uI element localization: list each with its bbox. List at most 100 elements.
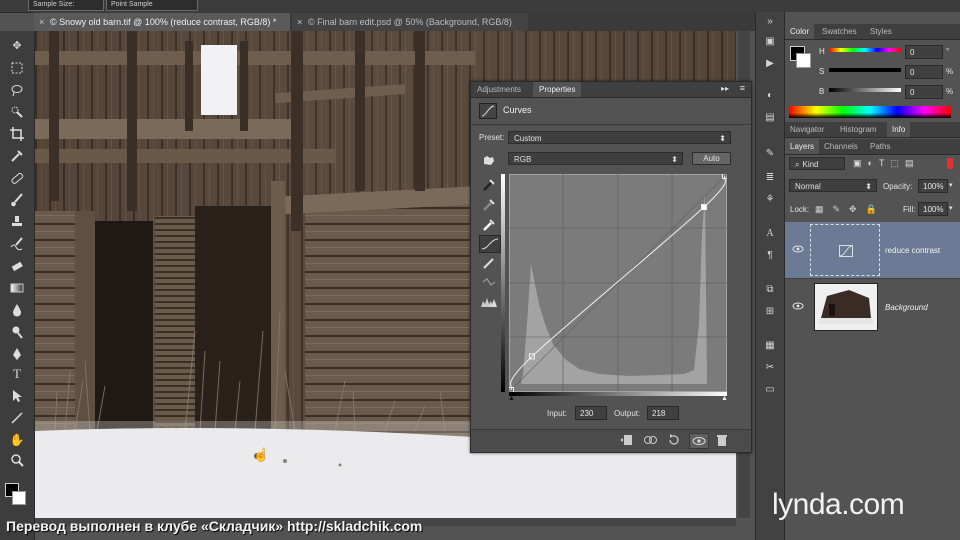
layer-filter-kind-select[interactable]: ⌕ Kind <box>789 157 845 170</box>
chevron-down-icon[interactable]: ▾ <box>949 204 953 212</box>
paragraph-panel-icon[interactable]: ¶ <box>761 248 779 264</box>
tab-final-barn-edit[interactable]: × © Final barn edit.psd @ 50% (Backgroun… <box>292 13 528 31</box>
adjustments-panel-icon[interactable]: ◐ <box>761 88 779 104</box>
sample-size-select[interactable]: Sample Size: <box>28 0 104 11</box>
brush-tool-icon[interactable] <box>8 191 26 209</box>
lock-options-icons[interactable]: ▦✎✥🔒 <box>815 204 886 215</box>
background-color-chip[interactable] <box>796 53 811 68</box>
blend-mode-select[interactable]: Normal ⬍ <box>789 179 877 192</box>
layer-row-background[interactable]: Background <box>785 278 960 335</box>
visibility-eye-icon[interactable] <box>689 433 709 449</box>
reset-icon[interactable] <box>667 434 681 446</box>
channel-select[interactable]: RGB ⬍ <box>508 152 683 165</box>
history-brush-tool-icon[interactable] <box>8 235 26 253</box>
hue-slider[interactable] <box>829 48 901 52</box>
curve-control-point[interactable] <box>701 204 708 211</box>
brush-panel-icon[interactable]: ✎ <box>761 146 779 162</box>
layer-visibility-eye-icon[interactable] <box>791 244 805 254</box>
sample-value-select[interactable]: Point Sample <box>106 0 198 11</box>
healing-brush-tool-icon[interactable] <box>8 169 26 187</box>
tab-adjustments[interactable]: Adjustments <box>471 82 527 97</box>
curve-edit-points-icon[interactable] <box>479 235 501 253</box>
hand-tool-icon[interactable]: ✋ <box>8 431 26 449</box>
fill-field[interactable]: 100% <box>918 202 948 216</box>
collapse-panels-icon[interactable]: » <box>761 14 779 30</box>
character-panel-icon[interactable]: A <box>761 226 779 242</box>
close-icon[interactable]: × <box>297 13 302 31</box>
kind-label: Kind <box>802 160 819 169</box>
opacity-field[interactable]: 100% <box>918 179 948 193</box>
layer-filter-icons[interactable]: ▣◐T⬚▤ <box>853 158 919 169</box>
saturation-value-field[interactable]: 0 <box>905 65 943 79</box>
input-value-field[interactable]: 230 <box>575 406 607 420</box>
eyedropper-gray-icon[interactable] <box>482 198 496 212</box>
blend-mode-value: Normal <box>795 182 821 191</box>
tab-layers[interactable]: Layers <box>785 139 820 154</box>
clone-stamp-tool-icon[interactable] <box>8 213 26 231</box>
filter-toggle-icon[interactable] <box>947 158 953 169</box>
saturation-slider[interactable] <box>829 68 901 72</box>
output-value-field[interactable]: 218 <box>647 406 679 420</box>
path-selection-tool-icon[interactable] <box>8 387 26 405</box>
tab-color[interactable]: Color <box>785 24 815 39</box>
measurement-log-icon[interactable]: ✂ <box>761 360 779 376</box>
layer-visibility-eye-icon[interactable] <box>791 301 805 311</box>
type-tool-icon[interactable]: T <box>8 365 26 383</box>
marquee-tool-icon[interactable] <box>8 59 26 77</box>
black-point-slider-icon[interactable]: ▲ <box>508 395 515 402</box>
tab-info[interactable]: Info <box>887 122 911 137</box>
notes-icon[interactable]: ▭ <box>761 382 779 398</box>
preset-select[interactable]: Custom ⬍ <box>508 131 731 144</box>
eyedropper-white-icon[interactable] <box>482 218 496 232</box>
tab-styles[interactable]: Styles <box>865 24 897 39</box>
brightness-slider[interactable] <box>829 88 901 92</box>
chevron-down-icon[interactable]: ▾ <box>949 181 953 189</box>
pencil-draw-icon[interactable] <box>482 256 496 270</box>
quick-select-tool-icon[interactable] <box>8 103 26 121</box>
pen-tool-icon[interactable] <box>8 345 26 363</box>
sample-value-label: Point Sample <box>111 1 153 8</box>
clipping-warning-icon[interactable] <box>480 295 498 309</box>
target-adjustment-hand-icon[interactable] <box>481 152 497 166</box>
white-point-slider-icon[interactable]: ▲ <box>721 395 728 402</box>
blur-tool-icon[interactable] <box>8 301 26 319</box>
view-previous-state-icon[interactable] <box>643 434 657 446</box>
dodge-tool-icon[interactable] <box>8 323 26 341</box>
eyedropper-tool-icon[interactable] <box>8 147 26 165</box>
panel-menu-icon[interactable]: ≡ <box>740 83 745 93</box>
move-tool-icon[interactable]: ✥ <box>8 37 26 55</box>
crop-tool-icon[interactable] <box>8 125 26 143</box>
panel-collapse-icon[interactable]: ▸▸ <box>721 84 729 93</box>
zoom-tool-icon[interactable] <box>8 451 26 469</box>
properties-panel-icon[interactable]: ▤ <box>761 110 779 126</box>
tab-navigator[interactable]: Navigator <box>785 122 829 137</box>
history-panel-icon[interactable]: ▣ <box>761 34 779 50</box>
eyedropper-black-icon[interactable] <box>482 178 496 192</box>
delete-trash-icon[interactable] <box>715 434 729 446</box>
lasso-tool-icon[interactable] <box>8 81 26 99</box>
tab-snowy-old-barn[interactable]: × © Snowy old barn.tif @ 100% (reduce co… <box>34 13 290 31</box>
tab-swatches[interactable]: Swatches <box>817 24 862 39</box>
tab-properties[interactable]: Properties <box>533 82 582 97</box>
clone-source-icon[interactable]: ⚘ <box>761 192 779 208</box>
line-tool-icon[interactable] <box>8 409 26 427</box>
actions-panel-icon[interactable]: ▶ <box>761 56 779 72</box>
layer-comps-icon[interactable]: ⧉ <box>761 282 779 298</box>
tab-channels[interactable]: Channels <box>819 139 863 154</box>
tab-histogram[interactable]: Histogram <box>835 122 881 137</box>
smooth-curve-icon[interactable] <box>482 275 496 289</box>
brightness-value-field[interactable]: 0 <box>905 85 943 99</box>
tab-paths[interactable]: Paths <box>865 139 895 154</box>
layer-row-reduce-contrast[interactable]: reduce contrast <box>785 222 960 278</box>
timeline-icon[interactable]: ▦ <box>761 338 779 354</box>
brush-presets-icon[interactable]: ≣ <box>761 170 779 186</box>
auto-button[interactable]: Auto <box>692 152 731 165</box>
curves-graph[interactable] <box>508 173 728 393</box>
gradient-tool-icon[interactable] <box>8 279 26 297</box>
tool-presets-icon[interactable]: ⊞ <box>761 304 779 320</box>
hue-value-field[interactable]: 0 <box>905 45 943 59</box>
background-color-swatch[interactable] <box>12 491 26 505</box>
clip-to-layer-icon[interactable] <box>619 434 633 446</box>
eraser-tool-icon[interactable] <box>8 257 26 275</box>
close-icon[interactable]: × <box>39 13 44 31</box>
